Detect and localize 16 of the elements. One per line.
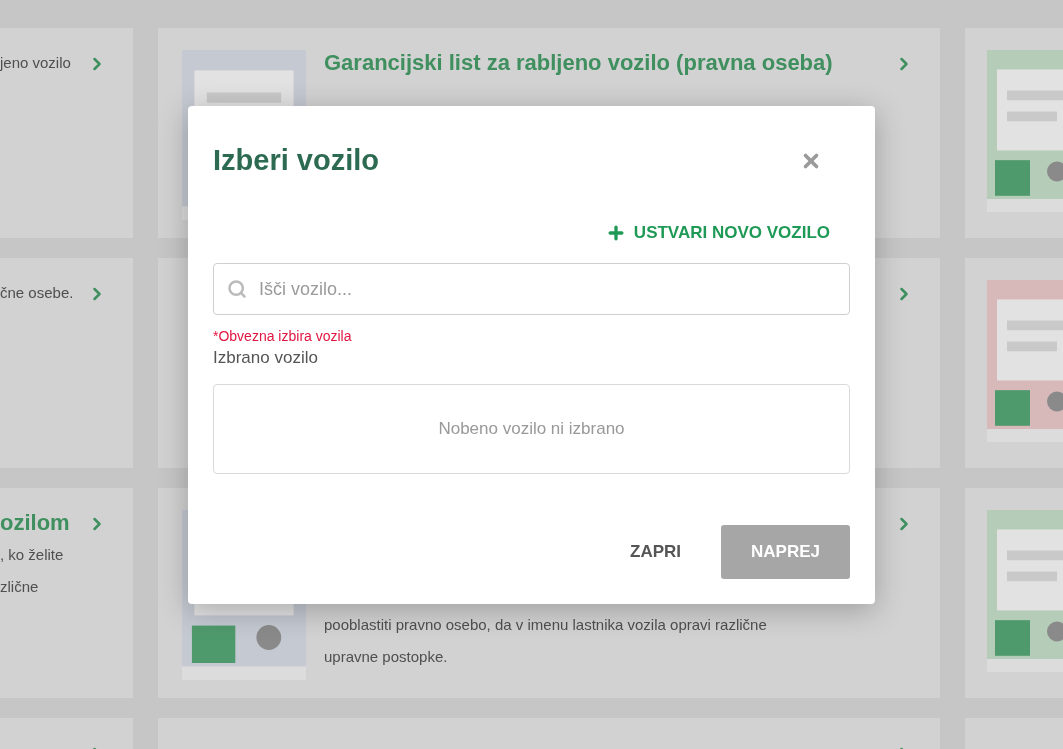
- card-title: ozilom: [0, 510, 70, 536]
- selected-vehicle-label: Izbrano vozilo: [213, 348, 319, 368]
- card-text: , ko želite: [0, 545, 64, 565]
- card-text: zlične: [0, 577, 39, 597]
- card-text: pooblastiti pravno osebo, da v imenu lastnika vozila opravi različne: [324, 615, 767, 635]
- error-message: *Obvezna izbira vozila: [213, 328, 353, 344]
- search-field[interactable]: Išči vozilo...: [213, 263, 850, 315]
- dialog-title: Izberi vozilo: [213, 144, 379, 177]
- card-text: čne osebe.: [0, 283, 74, 303]
- empty-message: Nobeno vozilo ni izbrano: [438, 419, 625, 439]
- close-button[interactable]: ZAPRI: [630, 542, 681, 562]
- search-icon: [227, 279, 247, 299]
- card-text: jeno vozilo: [0, 53, 71, 73]
- card-title: Garancijski list za rabljeno vozilo (pravna oseba): [324, 50, 833, 76]
- card-text: upravne postopke.: [324, 647, 448, 667]
- create-vehicle-button[interactable]: USTVARI NOVO VOZILO: [605, 223, 850, 243]
